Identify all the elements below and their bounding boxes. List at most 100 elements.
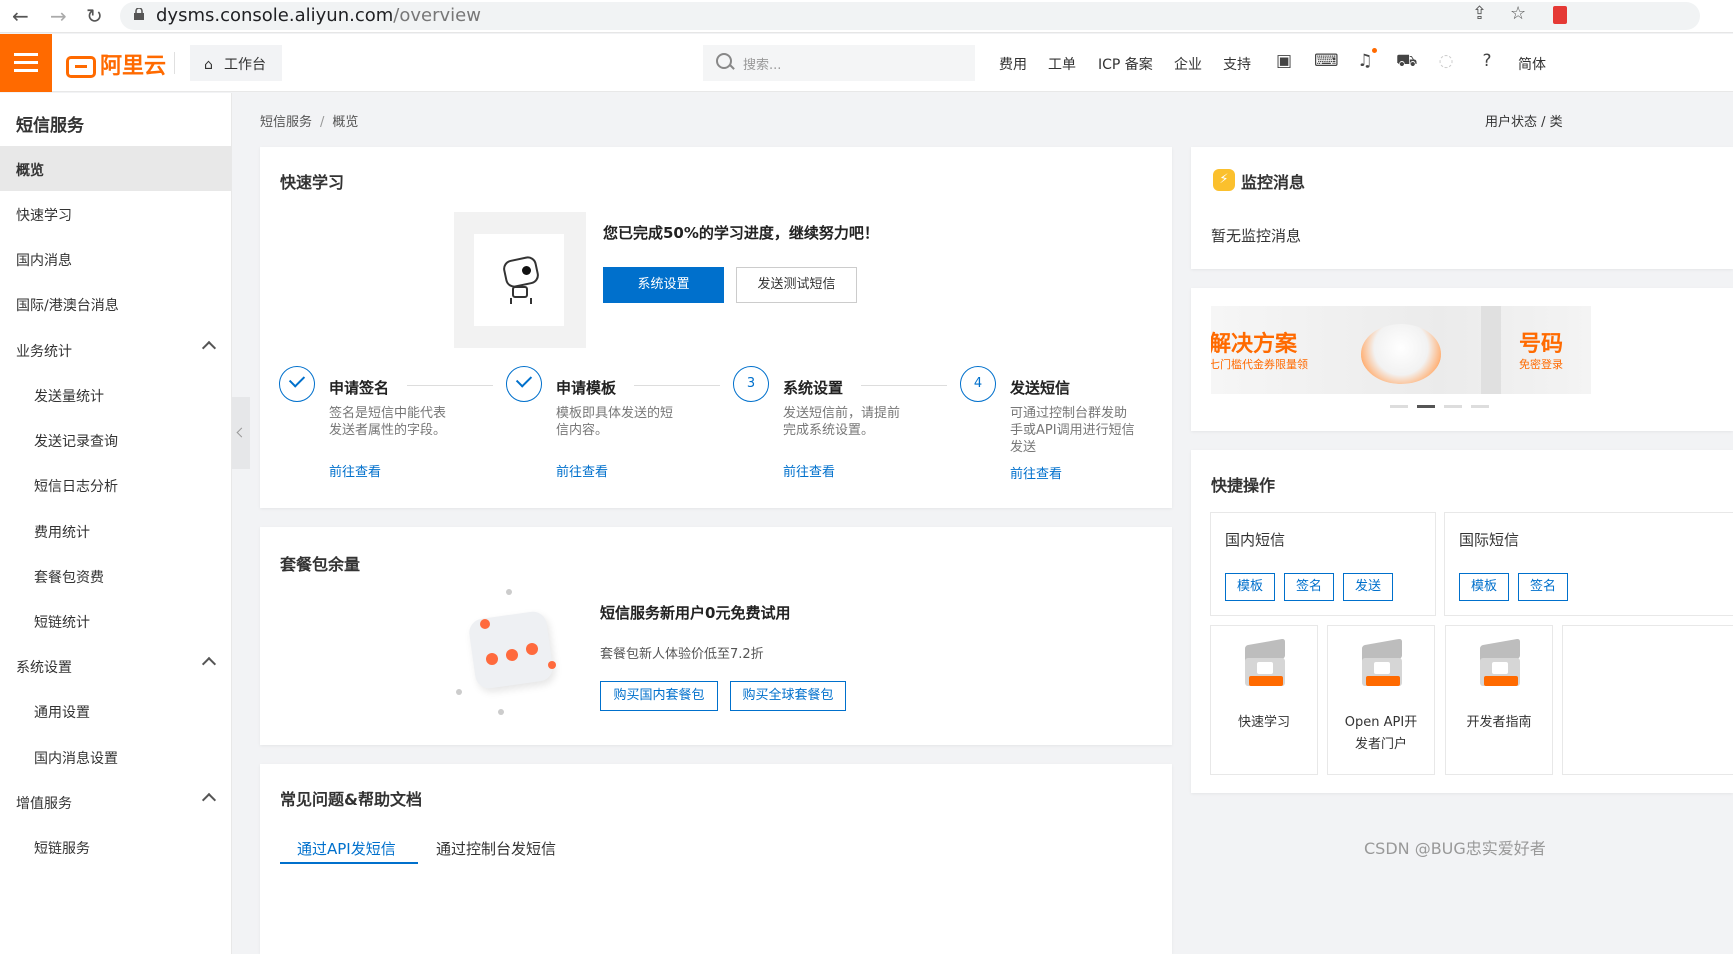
workbench-button[interactable]: ⌂ 工作台 bbox=[190, 45, 282, 81]
buy-domestic-package-button[interactable]: 购买国内套餐包 bbox=[600, 681, 718, 711]
system-settings-button[interactable]: 系统设置 bbox=[603, 267, 724, 303]
step-2-link[interactable]: 前往查看 bbox=[556, 461, 608, 480]
sidebar-item-send-records[interactable]: 发送记录查询 bbox=[0, 417, 232, 462]
tab-console[interactable]: 通过控制台发短信 bbox=[436, 838, 556, 859]
step-connector bbox=[407, 385, 493, 386]
cube-icon bbox=[1358, 638, 1406, 692]
carousel-dot[interactable] bbox=[1471, 405, 1489, 408]
step-3-link[interactable]: 前往查看 bbox=[783, 461, 835, 480]
domestic-sign-button[interactable]: 签名 bbox=[1284, 573, 1334, 601]
nav-icp[interactable]: ICP 备案 bbox=[1098, 54, 1153, 74]
tile-partial[interactable] bbox=[1562, 625, 1733, 775]
star-icon[interactable]: ☆ bbox=[1510, 3, 1526, 24]
nav-support[interactable]: 支持 bbox=[1223, 54, 1251, 74]
sidebar-item-overview[interactable]: 概览 bbox=[0, 146, 232, 191]
sidebar-group-value-added[interactable]: 增值服务 bbox=[0, 779, 232, 824]
breadcrumb: 短信服务 / 概览 bbox=[260, 115, 359, 130]
promo-banner[interactable]: 解决方案 七门槛代金券限量领 号码 免密登录 bbox=[1211, 306, 1591, 394]
search-icon bbox=[716, 53, 732, 69]
sidebar-item-quick-learn[interactable]: 快速学习 bbox=[0, 191, 232, 236]
international-sign-button[interactable]: 签名 bbox=[1518, 573, 1568, 601]
terminal-icon[interactable]: ⌨ bbox=[1314, 51, 1339, 71]
sidebar-item-domestic-settings[interactable]: 国内消息设置 bbox=[0, 734, 232, 779]
sidebar-group-settings[interactable]: 系统设置 bbox=[0, 643, 232, 688]
sidebar-item-fee-stats[interactable]: 费用统计 bbox=[0, 508, 232, 553]
sidebar: 短信服务 概览 快速学习 国内消息 国际/港澳台消息 业务统计 发送量统计 发送… bbox=[0, 93, 232, 954]
shortcuts-title: 快捷操作 bbox=[1211, 476, 1276, 495]
active-tab-indicator bbox=[280, 862, 418, 864]
carousel-dot[interactable] bbox=[1390, 405, 1408, 408]
banner-slide2-title: 号码 bbox=[1519, 332, 1564, 357]
international-sms-box: 国际短信 模板 签名 bbox=[1444, 512, 1733, 616]
reload-icon[interactable]: ↻ bbox=[86, 4, 103, 28]
banner-card: 解决方案 七门槛代金券限量领 号码 免密登录 bbox=[1191, 288, 1733, 431]
chat-bubble-illustration bbox=[450, 589, 570, 717]
step-3-desc: 发送短信前，请提前 完成系统设置。 bbox=[783, 406, 901, 438]
sidebar-item-package-fee[interactable]: 套餐包资费 bbox=[0, 553, 232, 598]
menu-icon[interactable] bbox=[0, 34, 52, 92]
banner-slide2-subtitle: 免密登录 bbox=[1519, 358, 1563, 371]
banner-graphic bbox=[1361, 324, 1441, 384]
tab-api[interactable]: 通过API发短信 bbox=[297, 838, 396, 859]
breadcrumb-root[interactable]: 短信服务 bbox=[260, 115, 312, 130]
package-subtitle: 套餐包新人体验价低至7.2折 bbox=[600, 647, 764, 662]
international-template-button[interactable]: 模板 bbox=[1459, 573, 1509, 601]
nav-tickets[interactable]: 工单 bbox=[1048, 54, 1076, 74]
sidebar-item-send-volume[interactable]: 发送量统计 bbox=[0, 372, 232, 417]
share-icon[interactable]: ⇪ bbox=[1472, 3, 1487, 24]
sidebar-item-domestic[interactable]: 国内消息 bbox=[0, 236, 232, 281]
sidebar-item-log-analysis[interactable]: 短信日志分析 bbox=[0, 462, 232, 507]
cube-icon bbox=[1241, 638, 1289, 692]
quick-learn-title: 快速学习 bbox=[280, 173, 345, 192]
url-text: dysms.console.aliyun.com/overview bbox=[156, 5, 481, 26]
banner-slide1-subtitle: 七门槛代金券限量领 bbox=[1211, 358, 1308, 371]
step-4-link[interactable]: 前往查看 bbox=[1010, 463, 1062, 482]
search-input[interactable]: 搜索... bbox=[703, 45, 975, 81]
tile-dev-guide[interactable]: 开发者指南 bbox=[1445, 625, 1553, 775]
package-headline: 短信服务新用户0元免费试用 bbox=[600, 604, 791, 622]
sidebar-group-stats[interactable]: 业务统计 bbox=[0, 327, 232, 372]
forward-arrow-icon[interactable]: → bbox=[50, 4, 67, 28]
robot-illustration bbox=[454, 212, 586, 348]
domestic-template-button[interactable]: 模板 bbox=[1225, 573, 1275, 601]
send-test-sms-button[interactable]: 发送测试短信 bbox=[736, 267, 857, 303]
carousel-dot-active[interactable] bbox=[1417, 405, 1435, 408]
cart-icon[interactable]: ⛟ bbox=[1396, 51, 1417, 71]
step-1-link[interactable]: 前往查看 bbox=[329, 461, 381, 480]
browser-toolbar: ← → ↻ dysms.console.aliyun.com/overview … bbox=[0, 0, 1733, 33]
step-2-check-icon bbox=[506, 366, 542, 402]
sidebar-collapse-handle[interactable] bbox=[232, 397, 250, 469]
extension-icon[interactable] bbox=[1553, 6, 1567, 24]
address-bar[interactable]: dysms.console.aliyun.com/overview bbox=[120, 2, 1700, 30]
domestic-sms-box: 国内短信 模板 签名 发送 bbox=[1210, 512, 1436, 616]
home-icon: ⌂ bbox=[204, 57, 213, 73]
progress-text: 您已完成50%的学习进度，继续努力吧！ bbox=[603, 224, 879, 242]
lock-icon bbox=[134, 8, 144, 20]
chevron-up-icon bbox=[201, 340, 217, 356]
buy-global-package-button[interactable]: 购买全球套餐包 bbox=[730, 681, 846, 711]
aliyun-logo[interactable]: 阿里云 bbox=[66, 48, 166, 80]
sidebar-item-international[interactable]: 国际/港澳台消息 bbox=[0, 281, 232, 326]
bulb-icon[interactable]: ◌ bbox=[1436, 51, 1456, 71]
help-icon[interactable]: ? bbox=[1477, 51, 1497, 71]
tile-open-api[interactable]: Open API开 发者门户 bbox=[1327, 625, 1435, 775]
carousel-dot[interactable] bbox=[1444, 405, 1462, 408]
nav-fees[interactable]: 费用 bbox=[999, 54, 1027, 74]
sidebar-item-general-settings[interactable]: 通用设置 bbox=[0, 688, 232, 733]
faq-card: 常见问题&帮助文档 通过API发短信 通过控制台发短信 bbox=[260, 764, 1172, 954]
user-state-link[interactable]: 用户状态 / 类 bbox=[1485, 111, 1563, 130]
sidebar-item-shortlink-service[interactable]: 短链服务 bbox=[0, 824, 232, 869]
nav-enterprise[interactable]: 企业 bbox=[1174, 54, 1202, 74]
document-icon[interactable]: ▣ bbox=[1274, 51, 1294, 71]
tile-label: 快速学习 bbox=[1237, 715, 1290, 730]
bell-icon[interactable]: ♫ bbox=[1355, 51, 1375, 71]
tile-quick-learn[interactable]: 快速学习 bbox=[1210, 625, 1318, 775]
domestic-send-button[interactable]: 发送 bbox=[1343, 573, 1393, 601]
domestic-sms-title: 国内短信 bbox=[1225, 531, 1286, 549]
step-2-desc: 模板即具体发送的短 信内容。 bbox=[556, 406, 674, 438]
step-1-title: 申请签名 bbox=[329, 379, 390, 397]
back-arrow-icon[interactable]: ← bbox=[12, 4, 29, 28]
step-2-title: 申请模板 bbox=[556, 379, 617, 397]
sidebar-item-shortlink-stats[interactable]: 短链统计 bbox=[0, 598, 232, 643]
language-switch[interactable]: 简体 bbox=[1518, 54, 1546, 74]
